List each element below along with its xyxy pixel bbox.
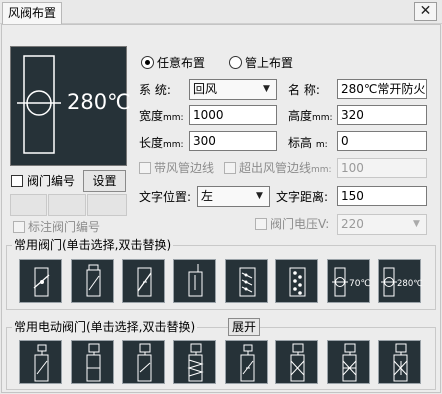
elevation-label: 标高 m: — [288, 136, 328, 150]
electric-valve-2-icon[interactable] — [71, 340, 114, 384]
window-title: 风阀布置 — [2, 2, 62, 24]
title-bar: 风阀布置 ✕ — [0, 0, 442, 24]
chevron-down-icon: ▼ — [413, 219, 420, 229]
manual-butterfly-valve-icon[interactable] — [122, 259, 165, 303]
valve-preview: 280℃ — [10, 46, 131, 166]
number-slot-1[interactable] — [10, 194, 47, 216]
number-slot-3[interactable] — [87, 194, 127, 216]
text-position-label: 文字位置: — [139, 190, 192, 204]
system-label: 系 统: — [139, 83, 171, 97]
multi-blade-valve-icon[interactable] — [225, 259, 268, 303]
electric-valve-3-icon[interactable] — [122, 340, 165, 384]
name-label: 名 称: — [288, 83, 320, 97]
chevron-down-icon: ▼ — [263, 84, 270, 94]
length-label: 长度mm: — [139, 136, 184, 150]
opposed-blade-valve-icon[interactable] — [275, 259, 318, 303]
electric-valve-4-icon[interactable] — [173, 340, 216, 384]
annotate-number-checkbox[interactable] — [13, 221, 25, 233]
valve-number-label: 阀门编号 — [27, 174, 76, 188]
over-edge-label: 超出风管边线mm: — [239, 161, 332, 175]
number-slot-2[interactable] — [48, 194, 86, 216]
length-field[interactable]: 300 — [189, 131, 277, 151]
fire-damper-70-icon[interactable]: 70℃ — [327, 259, 371, 303]
voltage-checkbox[interactable] — [255, 218, 267, 230]
regulating-valve-icon[interactable] — [173, 259, 216, 303]
electric-valve-7-icon[interactable] — [327, 340, 370, 384]
chevron-down-icon: ▼ — [256, 191, 263, 201]
preview-temperature: 280℃ — [67, 90, 131, 114]
name-field[interactable]: 280℃常开防火阀 — [337, 79, 427, 99]
text-position-value: 左 — [201, 189, 214, 203]
fire-damper-280-text: 280℃ — [397, 279, 422, 289]
duct-edge-checkbox[interactable] — [139, 162, 151, 174]
width-field[interactable]: 1000 — [189, 105, 277, 125]
expand-button[interactable]: 展开 — [228, 318, 260, 336]
radio-on-duct-layout[interactable] — [229, 56, 242, 69]
electric-valve-6-icon[interactable] — [275, 340, 318, 384]
fire-damper-70-text: 70℃ — [349, 279, 371, 289]
electric-valves-title: 常用电动阀门(单击选择,双击替换) — [12, 320, 198, 334]
check-valve-icon[interactable] — [71, 259, 114, 303]
text-position-select[interactable]: 左 ▼ — [197, 186, 270, 207]
width-label: 宽度mm: — [139, 109, 184, 123]
duct-edge-label: 带风管边线 — [154, 161, 215, 175]
settings-button[interactable]: 设置 — [83, 170, 126, 192]
butterfly-valve-icon[interactable] — [19, 259, 62, 303]
electric-valve-5-icon[interactable] — [225, 340, 268, 384]
valve-number-checkbox[interactable] — [11, 175, 23, 187]
text-distance-field[interactable]: 150 — [337, 186, 427, 206]
system-select-value: 回风 — [193, 82, 218, 96]
close-icon[interactable]: ✕ — [414, 2, 437, 21]
voltage-value: 220 — [341, 217, 364, 231]
height-label: 高度mm: — [288, 109, 333, 123]
electric-valve-8-icon[interactable] — [378, 340, 421, 384]
radio-free-layout[interactable] — [141, 56, 154, 69]
text-distance-label: 文字距离: — [276, 190, 329, 204]
voltage-select[interactable]: 220 ▼ — [337, 214, 427, 235]
annotate-number-label: 标注阀门编号 — [28, 220, 101, 234]
fire-damper-280-icon[interactable]: 280℃ — [378, 259, 422, 303]
system-select[interactable]: 回风 ▼ — [189, 79, 277, 100]
over-edge-checkbox[interactable] — [224, 162, 236, 174]
common-valves-title: 常用阀门(单击选择,双击替换) — [12, 238, 174, 252]
radio-on-duct-layout-label: 管上布置 — [245, 56, 294, 70]
elevation-field[interactable]: 0 — [337, 131, 427, 151]
voltage-label: 阀门电压V: — [270, 217, 330, 231]
height-field[interactable]: 320 — [337, 105, 427, 125]
radio-free-layout-label: 任意布置 — [157, 56, 206, 70]
electric-valve-1-icon[interactable] — [19, 340, 62, 384]
over-edge-field[interactable]: 100 — [337, 158, 427, 178]
